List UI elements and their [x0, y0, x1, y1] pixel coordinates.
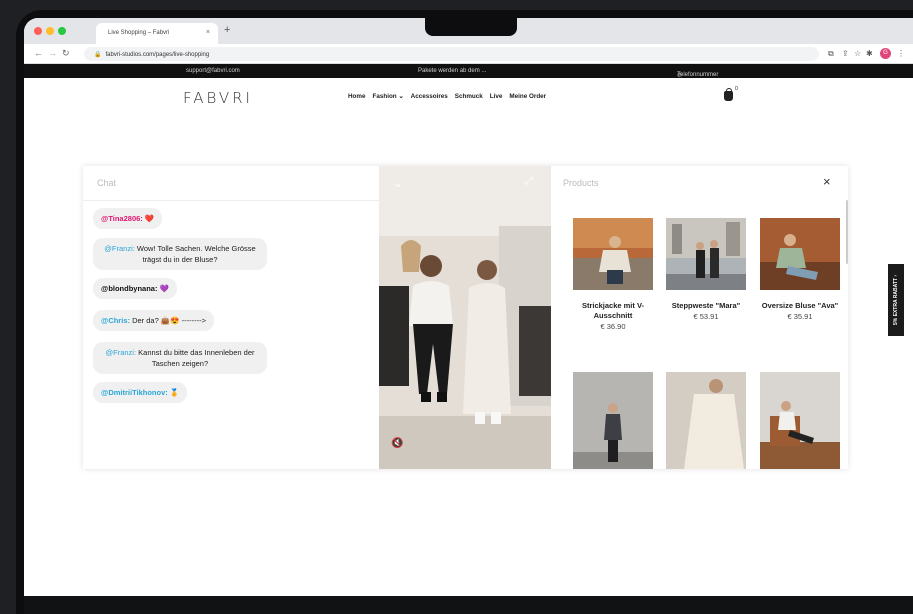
products-title: Products [563, 178, 599, 188]
product-name: Steppweste "Mara" [671, 301, 741, 310]
nav-schmuck[interactable]: Schmuck [455, 93, 483, 100]
mute-icon[interactable]: 🔇 [391, 438, 403, 449]
product-image [666, 372, 746, 469]
cart-icon[interactable] [724, 88, 733, 101]
address-toolbar: ← → ↻ 🔒 fabvri-studios.com/pages/live-sho… [24, 44, 913, 64]
products-panel: Products × Strickjacke mit V-Ausschnitt … [551, 166, 848, 469]
browser-menu-icon[interactable]: ⋮ [897, 49, 905, 58]
product-name: Strickjacke mit V-Ausschnitt [581, 301, 645, 320]
announcement-bar: support@fabvri.com Pakete werden ab dem … [24, 64, 913, 79]
url-text: fabvri-studios.com/pages/live-shopping [105, 52, 210, 58]
chat-username: @Franzi: [105, 348, 137, 357]
chat-message: @Tina2806: ❤️ [93, 208, 163, 229]
camera-notch [425, 10, 517, 36]
nav-fashion[interactable]: Fashion ⌄ [373, 93, 404, 100]
fullscreen-icon[interactable]: ⤢ [525, 176, 533, 187]
main-nav: Home Fashion ⌄ Accessoires Schmuck Live … [348, 93, 553, 100]
product-image [760, 372, 840, 469]
chat-text: Kannst du bitte das Innenleben der Tasch… [136, 348, 255, 368]
nav-home[interactable]: Home [348, 93, 366, 100]
chat-username: @Franzi: [104, 244, 135, 253]
laptop-chin [24, 596, 913, 614]
products-scrollbar[interactable] [846, 200, 848, 264]
live-shopping-widget: Chat @Tina2806: ❤️ @Franzi: Wow! Tolle S… [83, 166, 848, 469]
support-email[interactable]: support@fabvri.com [186, 68, 240, 74]
chat-message: @Franzi: Kannst du bitte das Innenleben … [93, 342, 267, 374]
product-card[interactable] [573, 372, 653, 474]
chat-username: @Chris: [101, 316, 130, 325]
site-header: FABVRI Home Fashion ⌄ Accessoires Schmuc… [24, 78, 913, 118]
browser-tab[interactable]: Live Shopping – Fabvri × [96, 23, 218, 44]
chat-text: 💜 [157, 284, 169, 293]
bookmark-star-icon[interactable]: ☆ [854, 49, 861, 58]
url-bar[interactable]: 🔒 fabvri-studios.com/pages/live-shopping [84, 47, 819, 61]
chat-text: Der da? 👜😍 --------> [129, 316, 206, 325]
chat-panel: Chat @Tina2806: ❤️ @Franzi: Wow! Tolle S… [83, 166, 379, 469]
product-card[interactable]: Oversize Bluse "Ava" € 35.91 [760, 218, 840, 321]
product-card[interactable]: Strickjacke mit V-Ausschnitt € 36.90 [573, 218, 653, 331]
shipping-notice: Pakete werden ab dem ... [418, 68, 487, 74]
profile-avatar[interactable]: G [880, 48, 891, 59]
nav-meine-order[interactable]: Meine Order [509, 93, 546, 100]
live-video[interactable]: ⌄ ⤢ 🔇 [379, 166, 551, 469]
product-card[interactable] [760, 372, 840, 474]
product-price: € 53.91 [693, 312, 719, 321]
chat-text: ❤️ [142, 214, 155, 223]
nav-accessoires[interactable]: Accessoires [411, 93, 448, 100]
back-icon[interactable]: ← [34, 48, 43, 58]
new-tab-button[interactable]: + [224, 24, 230, 36]
extra-discount-tab[interactable]: 5% EXTRA RABATT › [888, 264, 904, 336]
chat-message: @DmitriiTikhonov: 🏅 [93, 382, 188, 403]
browser-window: Live Shopping – Fabvri × + ← → ↻ 🔒 fabvri… [24, 18, 913, 596]
product-name: Oversize Bluse "Ava" [761, 301, 839, 310]
chat-text: Wow! Tolle Sachen. Welche Grösse trägst … [134, 244, 256, 264]
product-card[interactable] [666, 372, 746, 474]
product-image [573, 372, 653, 469]
minimize-window-button[interactable] [46, 27, 54, 35]
product-image [760, 218, 840, 290]
chat-text: 🏅 [167, 388, 180, 397]
chat-message: @Franzi: Wow! Tolle Sachen. Welche Gröss… [93, 238, 267, 270]
reload-icon[interactable]: ↻ [62, 48, 70, 59]
extensions-icon[interactable]: ✱ [866, 49, 873, 58]
product-image [666, 218, 746, 290]
forward-icon[interactable]: → [48, 48, 57, 58]
chat-username: @DmitriiTikhonov: [101, 388, 168, 397]
chat-title: Chat [97, 178, 117, 188]
cart-count: 0 [735, 86, 738, 92]
tab-close-icon[interactable]: × [206, 29, 210, 36]
close-window-button[interactable] [34, 27, 42, 35]
product-card[interactable]: Steppweste "Mara" € 53.91 [666, 218, 746, 321]
site-logo[interactable]: FABVRI [183, 89, 253, 107]
divider [83, 200, 379, 201]
product-price: € 36.90 [600, 322, 626, 331]
collapse-video-icon[interactable]: ⌄ [393, 176, 403, 190]
maximize-window-button[interactable] [58, 27, 66, 35]
chat-message: @Chris: Der da? 👜😍 --------> [93, 310, 214, 331]
nav-live[interactable]: Live [490, 93, 503, 100]
close-icon[interactable]: × [823, 174, 831, 189]
chat-username: @blondbynana: [101, 284, 158, 293]
video-frame [379, 166, 551, 469]
share-icon[interactable]: ⇪ [842, 49, 849, 58]
tab-title: Live Shopping – Fabvri [108, 30, 170, 36]
product-price: € 35.91 [787, 312, 813, 321]
translate-icon[interactable]: ⧉ [828, 49, 834, 59]
chat-message: @blondbynana: 💜 [93, 278, 177, 299]
product-image [573, 218, 653, 290]
chat-username: @Tina2806: [101, 214, 143, 223]
lock-icon: 🔒 [94, 52, 102, 58]
